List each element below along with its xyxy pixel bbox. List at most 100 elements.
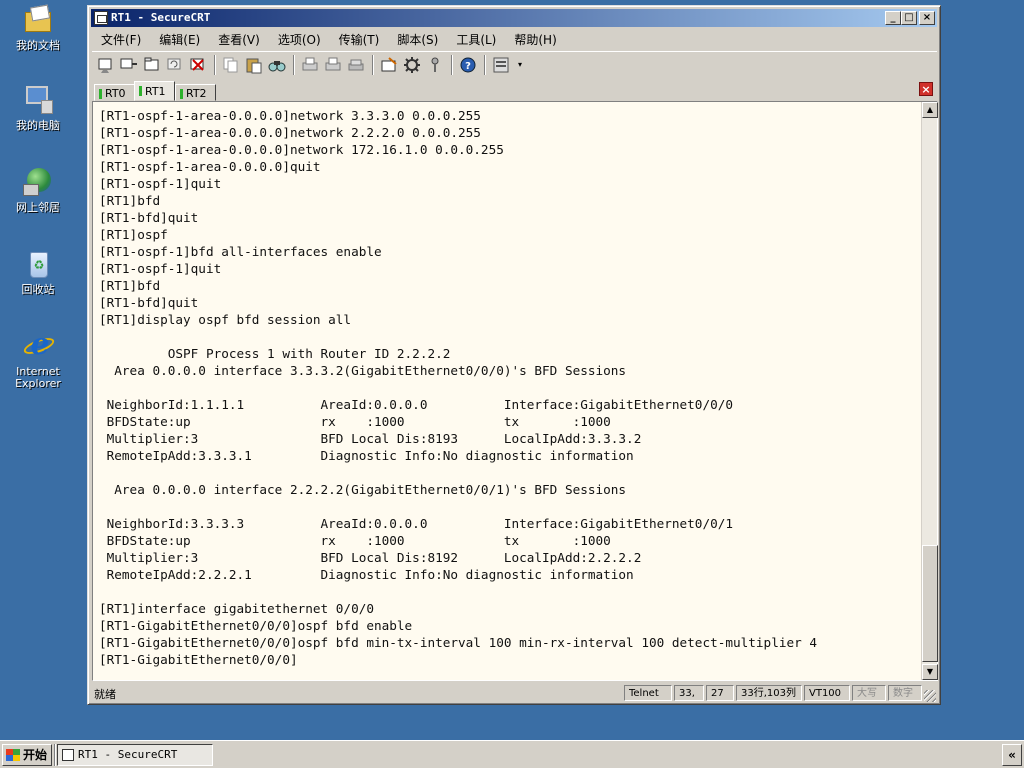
desktop-icon-recycle-bin[interactable]: ♻ 回收站	[4, 248, 72, 296]
network-places-icon	[21, 166, 55, 198]
terminal-line: [RT1-ospf-1-area-0.0.0.0]network 172.16.…	[99, 142, 504, 157]
taskbar-item-securecrt[interactable]: RT1 - SecureCRT	[57, 744, 213, 766]
vertical-scrollbar[interactable]: ▲ ▼	[921, 102, 938, 680]
terminal-line: [RT1-GigabitEthernet0/0/0]	[99, 652, 298, 667]
connected-indicator-icon	[99, 89, 102, 99]
maximize-button[interactable]: □	[901, 11, 917, 25]
terminal-line: Multiplier:3 BFD Local Dis:8193 LocalIpA…	[99, 431, 642, 446]
menu-transfer[interactable]: 传输(T)	[339, 31, 380, 48]
session-options-icon[interactable]	[379, 55, 399, 75]
desktop-icon-my-computer[interactable]: 我的电脑	[4, 84, 72, 132]
connect-icon[interactable]	[96, 55, 116, 75]
desktop-icon-label: 我的文档	[16, 39, 60, 52]
securecrt-app-icon	[62, 749, 74, 761]
securecrt-app-icon[interactable]	[94, 11, 108, 25]
quick-connect-icon[interactable]	[119, 55, 139, 75]
terminal-line: [RT1-ospf-1-area-0.0.0.0]network 2.2.2.0…	[99, 125, 481, 140]
connected-indicator-icon	[180, 89, 183, 99]
menu-bar: 文件(F) 编辑(E) 查看(V) 选项(O) 传输(T) 脚本(S) 工具(L…	[91, 29, 937, 49]
toolbar-separator	[214, 54, 216, 75]
menu-file[interactable]: 文件(F)	[101, 31, 141, 48]
terminal-line: NeighborId:3.3.3.3 AreaId:0.0.0.0 Interf…	[99, 516, 733, 531]
terminal-line: Area 0.0.0.0 interface 2.2.2.2(GigabitEt…	[99, 482, 627, 497]
desktop-icon-internet-explorer[interactable]: e Internet Explorer	[4, 330, 72, 390]
status-ready: 就绪	[94, 688, 116, 701]
terminal-line: [RT1-bfd]quit	[99, 210, 199, 225]
desktop-icon-network-places[interactable]: 网上邻居	[4, 166, 72, 214]
windows-logo-icon	[6, 749, 20, 761]
terminal-line: BFDState:up rx :1000 tx :1000	[99, 414, 611, 429]
print-setup-icon[interactable]	[300, 55, 320, 75]
terminal-line: RemoteIpAdd:3.3.3.1 Diagnostic Info:No d…	[99, 448, 634, 463]
terminal-line: [RT1]bfd	[99, 278, 161, 293]
terminal-line: Area 0.0.0.0 interface 3.3.3.2(GigabitEt…	[99, 363, 627, 378]
close-tab-icon[interactable]: ×	[919, 82, 933, 96]
menu-edit[interactable]: 编辑(E)	[159, 31, 200, 48]
find-icon[interactable]	[267, 55, 287, 75]
toolbar-overflow-icon[interactable]: ▾	[518, 60, 524, 70]
internet-explorer-icon: e	[21, 330, 57, 362]
keymap-icon[interactable]	[425, 55, 445, 75]
desktop-icon-my-documents[interactable]: 我的文档	[4, 4, 72, 52]
toolbar-separator	[372, 54, 374, 75]
sftp-icon[interactable]	[491, 55, 511, 75]
status-protocol: Telnet	[624, 685, 672, 701]
terminal-line: [RT1]ospf	[99, 227, 168, 242]
tray-expand-button[interactable]: «	[1002, 744, 1022, 766]
menu-options[interactable]: 选项(O)	[278, 31, 321, 48]
toolbar-separator	[293, 54, 295, 75]
print-icon[interactable]	[346, 55, 366, 75]
copy-icon[interactable]	[221, 55, 241, 75]
status-col: 27	[706, 685, 734, 701]
session-tabs: RT0 RT1 RT2 ×	[92, 79, 936, 101]
tab-rt2[interactable]: RT2	[175, 84, 216, 101]
taskbar-separator	[54, 744, 56, 766]
my-computer-icon	[21, 84, 55, 116]
terminal-line: [RT1-bfd]quit	[99, 295, 199, 310]
menu-script[interactable]: 脚本(S)	[397, 31, 438, 48]
minimize-button[interactable]: _	[885, 11, 901, 25]
close-button[interactable]: ×	[919, 11, 935, 25]
title-bar[interactable]: RT1 - SecureCRT _ □ ×	[91, 9, 937, 27]
desktop-icon-label: 我的电脑	[16, 119, 60, 132]
toolbar-separator	[484, 54, 486, 75]
scroll-thumb[interactable]	[922, 545, 938, 662]
terminal-line: Multiplier:3 BFD Local Dis:8192 LocalIpA…	[99, 550, 642, 565]
menu-view[interactable]: 查看(V)	[218, 31, 260, 48]
status-caps-lock: 大写	[852, 685, 886, 701]
desktop-icon-label: 网上邻居	[16, 201, 60, 214]
my-documents-icon	[21, 4, 55, 36]
terminal-line: [RT1-GigabitEthernet0/0/0]ospf bfd enabl…	[99, 618, 413, 633]
terminal-line: [RT1]interface gigabitethernet 0/0/0	[99, 601, 374, 616]
terminal-area: [RT1-ospf-1-area-0.0.0.0]network 3.3.3.0…	[92, 101, 938, 681]
status-terminal-type: VT100	[804, 685, 850, 701]
terminal-output[interactable]: [RT1-ospf-1-area-0.0.0.0]network 3.3.3.0…	[93, 102, 921, 680]
terminal-line: BFDState:up rx :1000 tx :1000	[99, 533, 611, 548]
menu-help[interactable]: 帮助(H)	[514, 31, 556, 48]
desktop-icon-label: 回收站	[21, 283, 55, 296]
tab-rt0[interactable]: RT0	[94, 84, 135, 101]
help-icon[interactable]: ?	[458, 55, 478, 75]
start-button[interactable]: 开始	[2, 744, 52, 766]
connected-indicator-icon	[139, 86, 142, 96]
print-selection-icon[interactable]	[323, 55, 343, 75]
scroll-up-icon[interactable]: ▲	[922, 102, 938, 118]
menu-tools[interactable]: 工具(L)	[456, 31, 496, 48]
scroll-down-icon[interactable]: ▼	[922, 664, 938, 680]
paste-icon[interactable]	[244, 55, 264, 75]
reconnect-icon[interactable]	[165, 55, 185, 75]
disconnect-icon[interactable]	[188, 55, 208, 75]
tab-rt1[interactable]: RT1	[134, 81, 175, 101]
recycle-bin-icon: ♻	[21, 248, 55, 280]
global-options-icon[interactable]	[402, 55, 422, 75]
resize-grip-icon[interactable]	[924, 690, 936, 702]
desktop-icon-label: Internet Explorer	[15, 365, 61, 390]
terminal-line: [RT1-GigabitEthernet0/0/0]ospf bfd min-t…	[99, 635, 818, 650]
toolbar-separator	[451, 54, 453, 75]
connect-in-tab-icon[interactable]	[142, 55, 162, 75]
